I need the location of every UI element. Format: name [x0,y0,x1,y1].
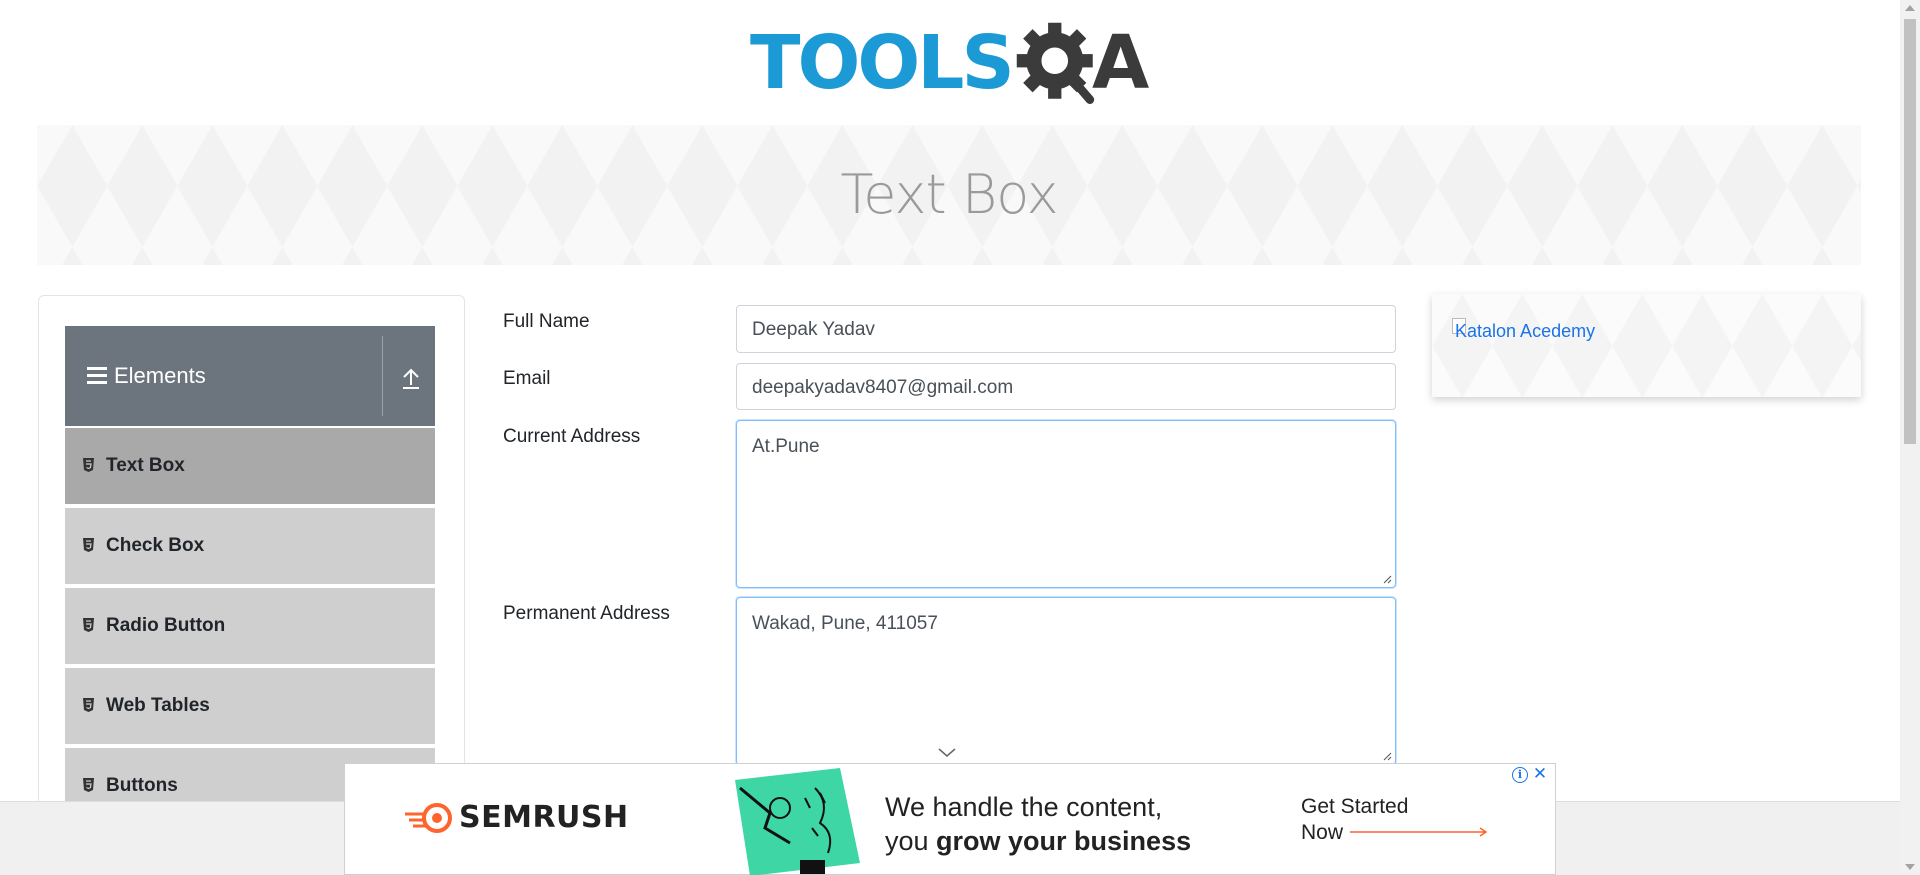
html5-icon [83,458,94,472]
full-name-label: Full Name [503,311,590,332]
permanent-address-textarea[interactable]: Wakad, Pune, 411057 [736,597,1396,765]
current-address-value: At.Pune [752,436,820,457]
hamburger-icon [87,367,107,385]
ad-line-2: you grow your business [885,824,1191,858]
resize-handle-icon[interactable] [1382,574,1392,584]
sidebar-item-label: Web Tables [106,695,210,716]
ad-line-2-bold: grow your business [936,826,1192,856]
illustration-icon [735,768,860,875]
group-title: Elements [114,363,206,388]
logo-text-tools: TOOLS [750,20,1015,106]
scroll-down-icon[interactable] [1905,864,1915,870]
scroll-thumb[interactable] [1904,19,1916,444]
chevron-down-icon[interactable] [938,748,956,758]
sidebar-item-label: Buttons [106,775,178,796]
sidebar-item-label: Check Box [106,535,205,556]
resize-handle-icon[interactable] [1382,751,1392,761]
semrush-wordmark: SEMRUSH [459,800,629,835]
elements-group-header[interactable]: Elements [65,326,435,426]
header-divider [382,336,383,416]
html5-icon [83,698,94,712]
current-address-textarea[interactable]: At.Pune [736,420,1396,588]
left-sidebar: Elements Text Box Check Box Radio Button… [38,295,465,835]
html5-icon [83,618,94,632]
html5-icon [83,538,94,552]
email-value: deepakyadav8407@gmail.com [752,377,1014,398]
katalon-ad[interactable]: Katalon Acedemy [1432,294,1861,397]
sidebar-item-text-box[interactable]: Text Box [65,426,435,504]
sidebar-item-check-box[interactable]: Check Box [65,506,435,584]
ad-line-2-prefix: you [885,826,937,856]
sidebar-item-web-tables[interactable]: Web Tables [65,666,435,744]
close-icon[interactable]: ✕ [1532,765,1548,782]
permanent-address-value: Wakad, Pune, 411057 [752,613,938,634]
cta-line-1: Get Started [1301,795,1409,818]
logo-text-a: A [1092,20,1150,106]
sidebar-item-label: Radio Button [106,615,226,636]
toolsqa-logo[interactable]: TOOLS A [750,18,1155,113]
sidebar-item-radio-button[interactable]: Radio Button [65,586,435,664]
html5-icon [83,778,94,792]
site-header: TOOLS A [0,0,1900,122]
semrush-flame-icon [405,802,452,833]
arrow-right-icon [1350,827,1488,837]
current-address-label: Current Address [503,426,641,447]
scroll-up-icon[interactable] [1905,5,1915,11]
info-icon[interactable]: i [1512,767,1528,783]
ad-copy: We handle the content, you grow your bus… [885,790,1191,858]
semrush-logo: SEMRUSH [405,800,629,835]
ad-line-1: We handle the content, [885,792,1163,822]
permanent-address-label: Permanent Address [503,603,670,624]
page-scrollbar[interactable] [1900,0,1920,875]
katalon-ad-link[interactable]: Katalon Acedemy [1455,321,1595,342]
sidebar-item-label: Text Box [106,455,185,476]
page-title: Text Box [840,163,1058,226]
email-input[interactable]: deepakyadav8407@gmail.com [736,363,1396,410]
get-started-button[interactable]: Get Started Now [1301,794,1408,846]
arrow-up-icon[interactable] [400,361,422,391]
page-banner: Text Box [37,125,1861,265]
full-name-input[interactable]: Deepak Yadav [736,305,1396,353]
full-name-value: Deepak Yadav [752,319,875,340]
semrush-ad-banner[interactable]: SEMRUSH We handle the content, you grow … [344,763,1556,875]
email-label: Email [503,368,551,389]
